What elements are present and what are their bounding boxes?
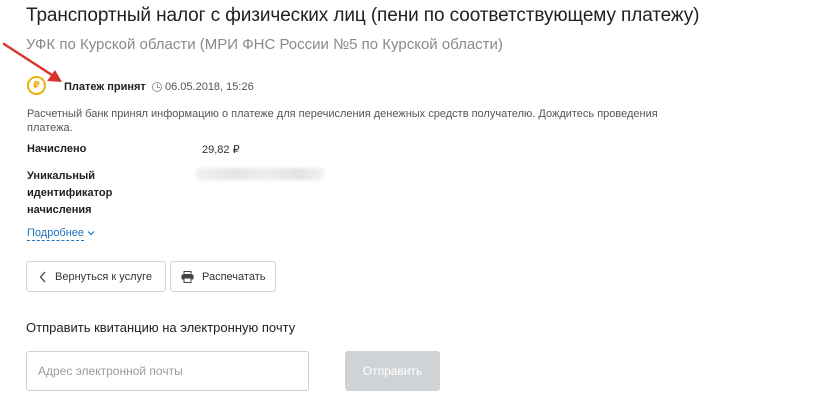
recipient-subtitle: УФК по Курской области (МРИ ФНС России №… xyxy=(26,36,503,53)
back-to-service-button[interactable]: Вернуться к услуге xyxy=(26,261,166,292)
chevron-down-icon[interactable] xyxy=(86,228,96,238)
ruble-coin-icon: ₽ xyxy=(27,76,46,95)
back-button-label: Вернуться к услуге xyxy=(55,270,152,283)
print-button-label: Распечатать xyxy=(202,270,266,283)
uid-label: Уникальный идентификатор начисления xyxy=(27,170,113,216)
bank-status-message: Расчетный банк принял информацию о плате… xyxy=(27,108,658,134)
chevron-left-icon xyxy=(39,271,46,282)
email-input[interactable] xyxy=(26,351,309,391)
accrued-label: Начислено xyxy=(27,143,87,155)
email-receipt-heading: Отправить квитанцию на электронную почту xyxy=(26,320,296,335)
payment-status-label: Платеж принят xyxy=(64,81,146,93)
uid-value-redacted xyxy=(196,168,324,180)
payment-status-datetime: 06.05.2018, 15:26 xyxy=(165,81,254,93)
send-receipt-button[interactable]: Отправить xyxy=(345,351,440,391)
printer-icon xyxy=(181,270,194,283)
clock-icon xyxy=(152,82,162,92)
page-title: Транспортный налог с физических лиц (пен… xyxy=(26,5,700,26)
more-details-link[interactable]: Подробнее xyxy=(27,227,85,241)
accrued-value: 29,82 ₽ xyxy=(202,144,240,156)
print-button[interactable]: Распечатать xyxy=(170,261,276,292)
